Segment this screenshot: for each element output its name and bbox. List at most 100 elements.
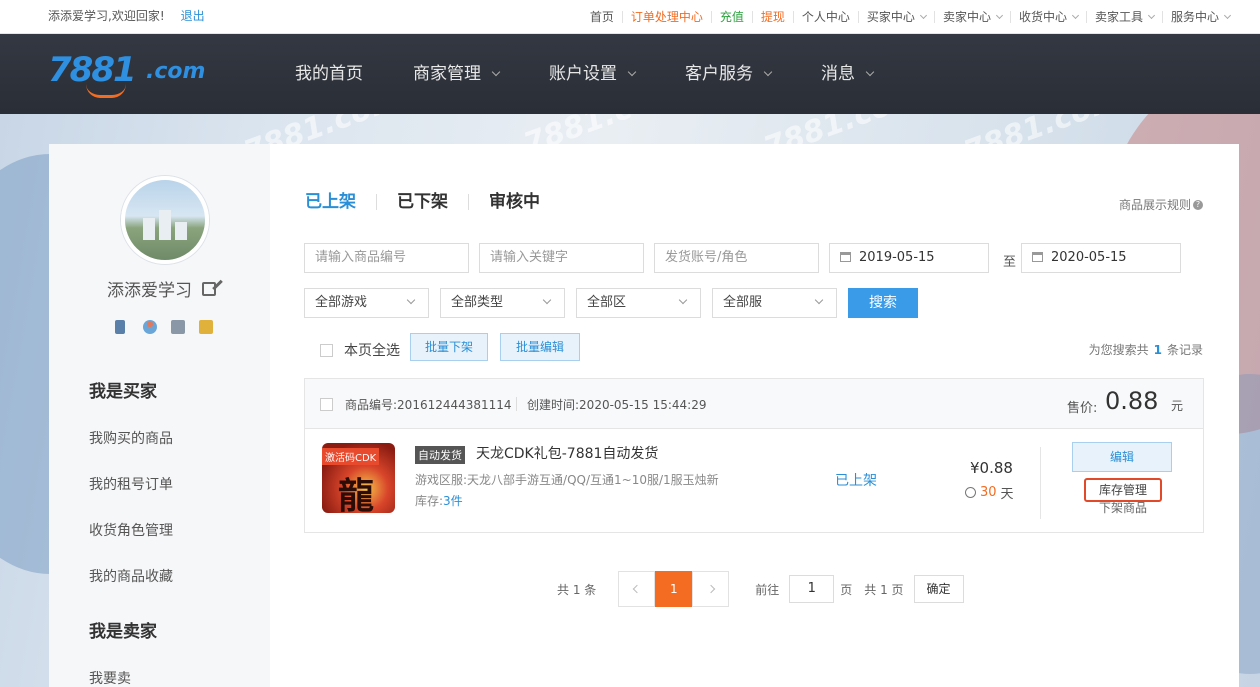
logo-smile-icon [86, 84, 126, 98]
top-link-1[interactable]: 订单处理中心 [621, 10, 711, 24]
top-link-label: 充值 [719, 10, 744, 24]
chevron-down-icon [995, 11, 1003, 19]
buyer-section-title: 我是买家 [89, 382, 157, 402]
type-select[interactable]: 全部类型 [440, 288, 565, 318]
days-number: 30 [980, 485, 997, 500]
nav-item-label: 商家管理 [413, 64, 481, 84]
product-checkbox[interactable] [320, 398, 333, 411]
product-thumbnail[interactable]: 激活码CDK 龍 [322, 443, 395, 513]
prev-page-button[interactable] [618, 571, 656, 607]
top-bar: 添添爱学习,欢迎回家! 退出 首页 订单处理中心 充值 提现 个人中心 买家中心 卖家中心 收… [0, 0, 1260, 34]
date-from-input[interactable]: 2019-05-15 [829, 243, 989, 273]
person-icon[interactable] [143, 320, 157, 334]
nav-item-3[interactable]: 客户服务 [685, 34, 773, 114]
total-pages: 共 1 页 [864, 582, 904, 597]
server-select[interactable]: 全部服 [712, 288, 837, 318]
top-link-7[interactable]: 收货中心 [1009, 10, 1086, 24]
logo-domain: .com [146, 59, 206, 84]
select-all-checkbox[interactable] [320, 343, 333, 357]
site-logo[interactable]: 7881 .com [48, 50, 228, 100]
lock-icon[interactable] [199, 320, 213, 334]
top-link-label: 收货中心 [1018, 10, 1067, 24]
chevron-down-icon [542, 295, 552, 305]
chevron-down-icon [919, 11, 927, 19]
calendar-icon [840, 252, 851, 262]
product-card-header: 商品编号:201612444381114 创建时间:2020-05-15 15:… [305, 379, 1203, 429]
display-rules-link[interactable]: 商品展示规则 ? [1119, 196, 1203, 213]
nav-item-1[interactable]: 商家管理 [413, 34, 501, 114]
top-link-2[interactable]: 充值 [710, 10, 752, 24]
tab-in-review[interactable]: 审核中 [468, 194, 560, 211]
server-select-value: 全部服 [723, 295, 763, 310]
zone-select[interactable]: 全部区 [576, 288, 701, 318]
confirm-page-button[interactable]: 确定 [913, 575, 964, 603]
nav-item-4[interactable]: 消息 [821, 34, 875, 114]
top-bar-left: 添添爱学习,欢迎回家! 退出 [48, 0, 205, 34]
date-to-input[interactable]: 2020-05-15 [1021, 243, 1181, 273]
product-game-area: 游戏区服:天龙八部手游互通/QQ/互通1~10服/1服玉烛新 [415, 473, 719, 487]
bulk-edit-button[interactable]: 批量编辑 [500, 333, 580, 361]
select-all[interactable]: 本页全选 [320, 340, 400, 360]
page-input[interactable]: 1 [789, 575, 835, 603]
chevron-down-icon [763, 67, 773, 76]
top-link-5[interactable]: 买家中心 [857, 10, 934, 24]
stock-label: 库存: [415, 494, 444, 508]
product-no-input[interactable]: 请输入商品编号 [304, 243, 469, 273]
chevron-down-icon [491, 67, 501, 76]
top-link-9[interactable]: 服务中心 [1161, 11, 1238, 23]
mail-icon[interactable] [171, 320, 185, 334]
top-link-3[interactable]: 提现 [751, 10, 793, 24]
sidebar-item-receiving-roles[interactable]: 收货角色管理 [89, 520, 173, 540]
keyword-input[interactable]: 请输入关键字 [479, 243, 644, 273]
top-link-0[interactable]: 首页 [582, 11, 622, 23]
take-down-link[interactable]: 下架商品 [1099, 499, 1147, 516]
created-time: 创建时间:2020-05-15 15:44:29 [527, 398, 707, 412]
top-link-4[interactable]: 个人中心 [792, 11, 858, 23]
edit-icon[interactable] [202, 281, 216, 296]
price-value: 0.88 [1105, 387, 1159, 415]
nav-item-2[interactable]: 账户设置 [549, 34, 637, 114]
date-from-value: 2019-05-15 [859, 250, 935, 265]
records-count: 1 [1153, 343, 1162, 357]
nav-item-label: 账户设置 [549, 64, 617, 84]
sidebar-item-purchased[interactable]: 我购买的商品 [89, 428, 173, 448]
product-title[interactable]: 天龙CDK礼包-7881自动发货 [476, 443, 658, 463]
records-prefix: 为您搜索共 [1088, 343, 1149, 357]
sidebar-item-favorites[interactable]: 我的商品收藏 [89, 566, 173, 586]
chevron-down-icon [865, 67, 875, 76]
top-link-label: 提现 [760, 10, 785, 24]
product-number: 商品编号:201612444381114 [345, 398, 512, 412]
phone-icon[interactable] [115, 320, 125, 334]
display-rules-text: 商品展示规则 [1118, 198, 1191, 212]
logout-link[interactable]: 退出 [181, 0, 205, 34]
top-link-label: 买家中心 [866, 10, 915, 24]
product-status: 已上架 [835, 473, 877, 489]
game-select-value: 全部游戏 [315, 295, 368, 310]
account-role-input[interactable]: 发货账号/角色 [654, 243, 819, 273]
product-stock: 库存:3件 [415, 492, 463, 509]
tab-on-shelf[interactable]: 已上架 [305, 194, 376, 211]
top-link-6[interactable]: 卖家中心 [933, 11, 1010, 23]
tab-off-shelf[interactable]: 已下架 [376, 194, 468, 211]
days-unit: 天 [1000, 487, 1014, 502]
game-select[interactable]: 全部游戏 [304, 288, 429, 318]
top-link-8[interactable]: 卖家工具 [1085, 11, 1162, 23]
chevron-down-icon [1147, 11, 1156, 19]
next-page-button[interactable] [692, 571, 730, 607]
page-number-1[interactable]: 1 [655, 571, 693, 607]
sidebar-item-sell[interactable]: 我要卖 [89, 668, 131, 687]
search-button[interactable]: 搜索 [848, 288, 918, 318]
main-content: 已上架 已下架 审核中 商品展示规则 ? 请输入商品编号 请输入关键字 发货账号… [270, 144, 1239, 687]
sidebar-item-rental-orders[interactable]: 我的租号订单 [89, 474, 173, 494]
listing-duration: 30 天 [965, 483, 1014, 502]
username-text: 添添爱学习 [107, 281, 192, 301]
edit-button[interactable]: 编辑 [1072, 442, 1172, 472]
nav-item-0[interactable]: 我的首页 [295, 34, 363, 114]
card-divider [1040, 447, 1041, 519]
bulk-off-shelf-button[interactable]: 批量下架 [410, 333, 488, 361]
date-to-value: 2020-05-15 [1051, 250, 1127, 265]
zone-select-value: 全部区 [587, 295, 627, 310]
top-link-label: 订单处理中心 [630, 10, 703, 24]
avatar-building [175, 222, 187, 240]
avatar[interactable] [121, 176, 209, 264]
